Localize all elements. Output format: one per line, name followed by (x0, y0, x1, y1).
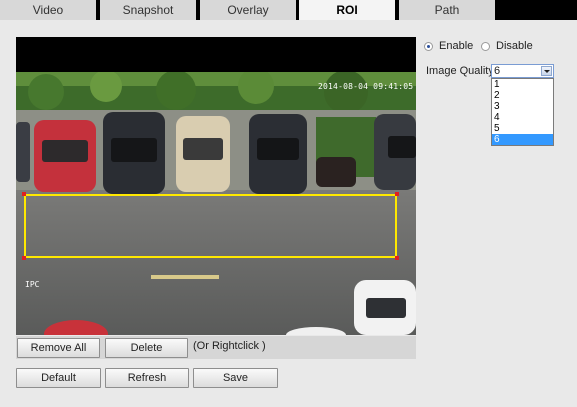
chevron-down-icon[interactable] (541, 66, 552, 76)
tab-overlay[interactable]: Overlay (200, 0, 296, 20)
default-button[interactable]: Default (16, 368, 101, 388)
quality-option-6[interactable]: 6 (492, 134, 553, 145)
tab-video[interactable]: Video (0, 0, 96, 20)
save-button[interactable]: Save (193, 368, 278, 388)
enable-label: Enable (439, 40, 474, 52)
disable-radio[interactable] (481, 42, 490, 51)
video-preview[interactable]: 2014-08-04 09:41:05 IPC (16, 37, 416, 335)
quality-option-4[interactable]: 4 (492, 112, 553, 123)
roi-region[interactable] (24, 194, 397, 258)
video-timestamp: 2014-08-04 09:41:05 (318, 82, 414, 91)
roi-handle-bottom-right[interactable] (395, 256, 399, 260)
tab-snapshot[interactable]: Snapshot (100, 0, 196, 20)
refresh-button[interactable]: Refresh (105, 368, 189, 388)
tab-roi[interactable]: ROI (299, 0, 395, 20)
roi-handle-top-left[interactable] (22, 192, 26, 196)
roi-handle-top-right[interactable] (395, 192, 399, 196)
image-quality-label: Image Quality (426, 65, 494, 77)
disable-label: Disable (496, 40, 533, 52)
roi-handle-bottom-left[interactable] (22, 256, 26, 260)
quality-option-5[interactable]: 5 (492, 123, 553, 134)
image-quality-value: 6 (494, 65, 501, 77)
quality-option-1[interactable]: 1 (492, 79, 553, 90)
delete-button[interactable]: Delete (105, 338, 188, 358)
remove-all-button[interactable]: Remove All (17, 338, 100, 358)
tab-bar: Video Snapshot Overlay ROI Path (0, 0, 577, 20)
quality-option-3[interactable]: 3 (492, 101, 553, 112)
rightclick-hint: (Or Rightclick ) (193, 340, 266, 352)
enable-radio[interactable] (424, 42, 433, 51)
image-quality-dropdown: 1 2 3 4 5 6 (491, 78, 554, 146)
quality-option-2[interactable]: 2 (492, 90, 553, 101)
camera-label: IPC (25, 280, 40, 289)
image-quality-select[interactable]: 6 (491, 64, 554, 78)
tab-path[interactable]: Path (399, 0, 495, 20)
